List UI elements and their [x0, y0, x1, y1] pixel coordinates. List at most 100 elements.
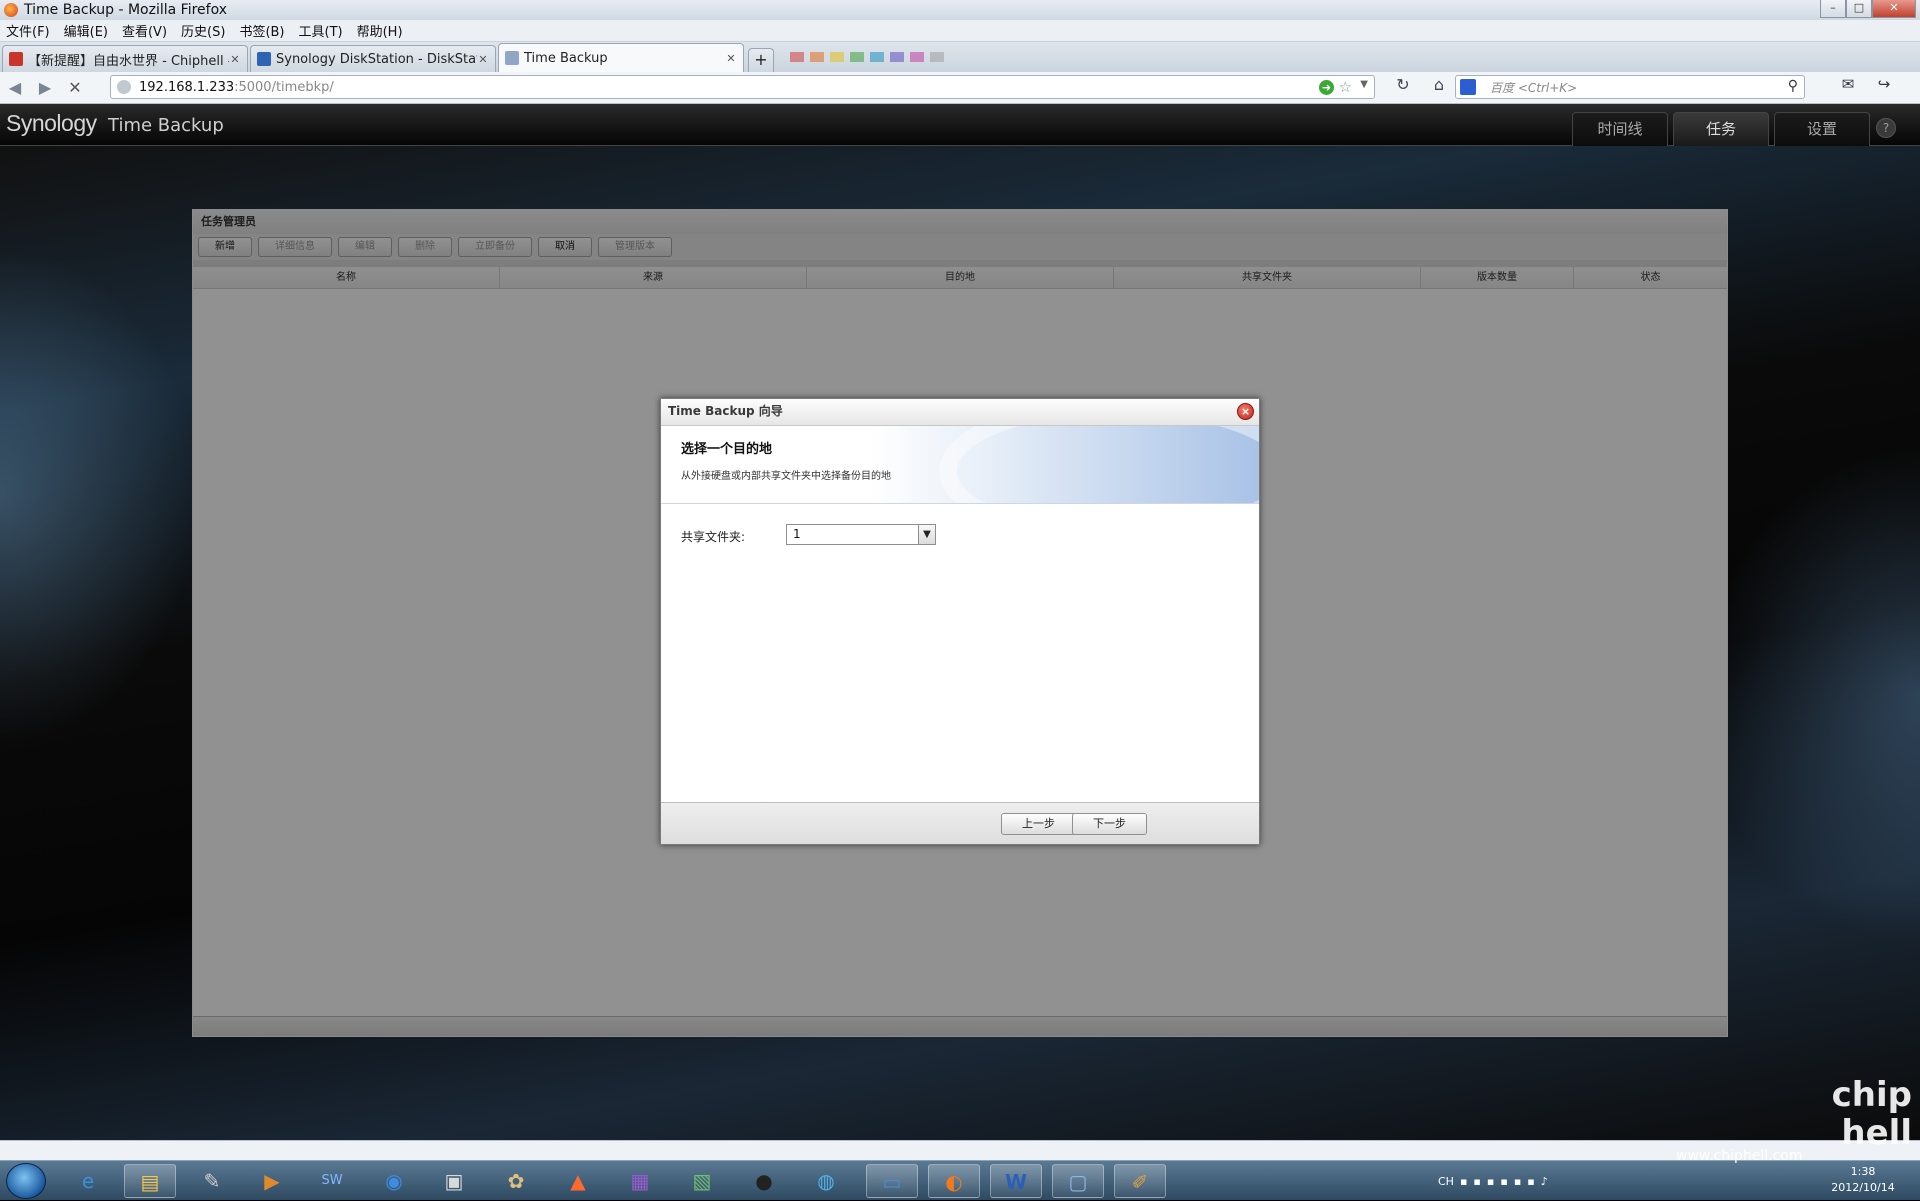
bookmark-star-icon[interactable]: ☆	[1339, 78, 1352, 96]
tray-icon[interactable]: ▪	[1473, 1175, 1480, 1188]
baidu-icon[interactable]	[1460, 79, 1476, 95]
tray-icon[interactable]: ▪	[1514, 1175, 1521, 1188]
input-language[interactable]: CH	[1438, 1175, 1454, 1188]
watermark-text: www.chiphell.com	[1676, 1148, 1803, 1164]
dsm-icon	[257, 52, 271, 66]
drive-icon[interactable]: ▣	[428, 1164, 480, 1198]
back-arrow-icon[interactable]: ◀	[0, 75, 30, 101]
wizard-body: 共享文件夹: 1 ▼	[661, 504, 1259, 802]
close-tab-icon[interactable]: ✕	[725, 52, 737, 65]
tray-icon[interactable]: ▪	[1460, 1175, 1467, 1188]
volume-icon[interactable]: ♪	[1541, 1175, 1548, 1188]
page-icon	[505, 51, 519, 65]
url-path: :5000/timebkp/	[234, 79, 334, 95]
menu-bookmarks[interactable]: 书签(B)	[239, 21, 284, 40]
tab-bar: 【新提醒】自由水世界 - Chiphell - ... ✕ Synology D…	[0, 42, 1920, 72]
swatch	[890, 52, 904, 62]
tab-chiphell[interactable]: 【新提醒】自由水世界 - Chiphell - ... ✕	[2, 45, 248, 72]
search-icon[interactable]: ⚲	[1788, 78, 1798, 94]
app-header: Synology Time Backup 时间线 任务 设置 ?	[0, 104, 1920, 146]
minimize-button[interactable]: –	[1820, 0, 1846, 18]
wizard-subheading: 从外接硬盘或内部共享文件夹中选择备份目的地	[681, 471, 891, 482]
window-icon[interactable]: ▢	[1052, 1164, 1104, 1198]
player-icon[interactable]: ◉	[368, 1164, 420, 1198]
tab-label: Time Backup	[524, 50, 608, 66]
swatch	[830, 52, 844, 62]
chevron-down-icon[interactable]: ▼	[918, 525, 935, 544]
wizard-title: Time Backup 向导	[661, 399, 1259, 426]
chat-icon[interactable]: ◍	[800, 1164, 852, 1198]
firefox-icon	[4, 3, 18, 17]
tool-icon[interactable]: ✿	[490, 1164, 542, 1198]
tab-time-backup[interactable]: Time Backup ✕	[498, 43, 744, 72]
time-backup-wizard: Time Backup 向导 × 选择一个目的地 从外接硬盘或内部共享文件夹中选…	[660, 398, 1260, 845]
qq-icon[interactable]: ●	[738, 1164, 790, 1198]
site-identity-icon[interactable]	[117, 80, 131, 94]
tab-timeline[interactable]: 时间线	[1572, 112, 1668, 146]
background-glow	[0, 246, 200, 746]
close-window-button[interactable]: ✕	[1872, 0, 1916, 18]
menu-file[interactable]: 文件(F)	[6, 21, 50, 40]
system-tray: CH ▪ ▪ ▪ ▪ ▪ ▪ ♪	[1438, 1161, 1554, 1201]
tab-settings[interactable]: 设置	[1774, 112, 1870, 146]
paint-icon[interactable]: ✐	[1114, 1164, 1166, 1198]
next-button[interactable]: 下一步	[1072, 813, 1147, 835]
menu-bar: 文件(F) 编辑(E) 查看(V) 历史(S) 书签(B) 工具(T) 帮助(H…	[0, 20, 1920, 42]
remote-desktop-icon[interactable]: ▭	[866, 1164, 918, 1198]
forward-arrow-icon[interactable]: ▶	[30, 75, 60, 101]
stop-icon[interactable]: ✕	[60, 75, 90, 101]
pencil-icon[interactable]: ✎	[186, 1164, 238, 1198]
wizard-footer: 上一步 下一步	[661, 802, 1259, 844]
menu-view[interactable]: 查看(V)	[122, 21, 167, 40]
app-icon[interactable]: SW	[306, 1164, 358, 1198]
tab-label: 【新提醒】自由水世界 - Chiphell - ...	[28, 53, 229, 69]
help-icon[interactable]: ?	[1876, 118, 1896, 138]
reload-icon[interactable]: ↻	[1385, 75, 1421, 94]
swatch	[790, 52, 804, 62]
start-button[interactable]	[6, 1163, 46, 1199]
menu-history[interactable]: 历史(S)	[181, 21, 225, 40]
close-tab-icon[interactable]: ✕	[229, 53, 241, 66]
address-bar[interactable]: 192.168.1.233:5000/timebkp/ ➜ ☆ ▼	[110, 75, 1375, 99]
word-icon[interactable]: W	[990, 1164, 1042, 1198]
windows-taskbar: e ▤ ✎ ▶ SW ◉ ▣ ✿ ▲ ▦ ▧ ● ◍ ▭ ◐ W ▢ ✐ CH …	[0, 1160, 1920, 1200]
close-tab-icon[interactable]: ✕	[477, 53, 489, 66]
firework-icon[interactable]: ▲	[552, 1164, 604, 1198]
share-icon[interactable]: ↪	[1866, 75, 1902, 93]
banner-decoration	[939, 426, 1259, 503]
shared-folder-select[interactable]: 1 ▼	[786, 524, 936, 545]
history-dropdown-icon[interactable]: ▼	[1360, 79, 1368, 90]
mail-icon[interactable]: ✉	[1830, 75, 1866, 93]
go-arrow-icon[interactable]: ➜	[1319, 80, 1334, 95]
tab-tasks[interactable]: 任务	[1673, 112, 1769, 146]
shared-folder-value: 1	[793, 527, 801, 541]
map-icon[interactable]: ▧	[676, 1164, 728, 1198]
new-tab-button[interactable]: +	[748, 48, 774, 72]
tray-icon[interactable]: ▪	[1500, 1175, 1507, 1188]
menu-edit[interactable]: 编辑(E)	[64, 21, 108, 40]
media-icon[interactable]: ▶	[246, 1164, 298, 1198]
tab-diskstation[interactable]: Synology DiskStation - DiskStation ✕	[250, 45, 496, 72]
search-box[interactable]: 百度 <Ctrl+K> ⚲	[1455, 75, 1805, 99]
wizard-heading: 选择一个目的地	[681, 442, 773, 457]
firefox-taskbar-icon[interactable]: ◐	[928, 1164, 980, 1198]
tray-icon[interactable]: ▪	[1487, 1175, 1494, 1188]
browser-status-bar	[0, 1140, 1920, 1160]
menu-help[interactable]: 帮助(H)	[357, 21, 403, 40]
explorer-icon[interactable]: ▤	[124, 1164, 176, 1198]
menu-tools[interactable]: 工具(T)	[299, 21, 343, 40]
cpu-icon[interactable]: ▦	[614, 1164, 666, 1198]
tab-label: Synology DiskStation - DiskStation	[276, 51, 477, 67]
ie-icon[interactable]: e	[62, 1164, 114, 1198]
background-glow	[1700, 446, 1920, 946]
chiphell-watermark-logo: chip hell	[1812, 1076, 1912, 1196]
close-icon[interactable]: ×	[1237, 403, 1254, 420]
tab-color-strip	[790, 52, 950, 62]
nav-actions: ↻ ⌂	[1385, 75, 1457, 94]
home-icon[interactable]: ⌂	[1421, 75, 1457, 94]
swatch	[930, 52, 944, 62]
chiphell-icon	[9, 52, 23, 66]
maximize-button[interactable]: □	[1846, 0, 1872, 18]
tray-icon[interactable]: ▪	[1527, 1175, 1534, 1188]
back-button[interactable]: 上一步	[1001, 813, 1076, 835]
